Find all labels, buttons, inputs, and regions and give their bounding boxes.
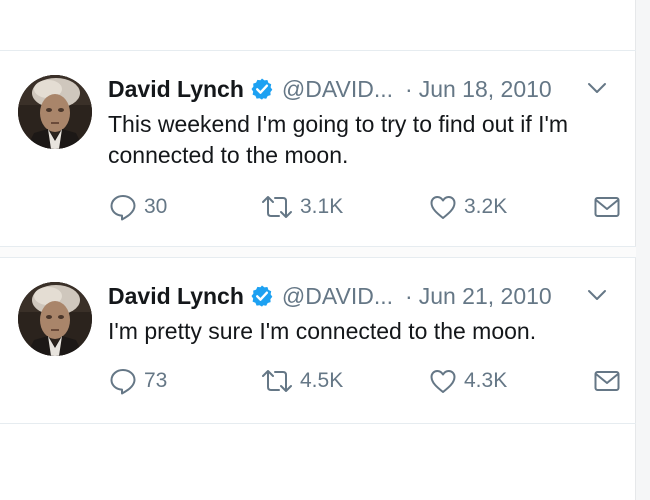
retweet-count: 4.5K [300, 369, 344, 392]
verified-badge-icon [250, 284, 274, 308]
display-name[interactable]: David Lynch [108, 283, 244, 310]
separator-dot: · [405, 75, 413, 102]
retweet-icon [262, 370, 292, 392]
tweet-header: David Lynch @DAVID... · Jun 21, 2010 [108, 280, 608, 312]
reply-button[interactable]: 73 [108, 366, 167, 396]
handle[interactable]: @DAVID... [282, 283, 393, 310]
direct-message-button[interactable] [592, 192, 628, 222]
envelope-icon [594, 197, 620, 217]
reply-count: 73 [144, 369, 168, 392]
like-count: 3.2K [464, 195, 508, 218]
retweet-count: 3.1K [300, 195, 344, 218]
display-name[interactable]: David Lynch [108, 76, 244, 103]
verified-badge-icon [250, 77, 274, 101]
tweet-text: I'm pretty sure I'm connected to the moo… [108, 318, 537, 344]
timeline: David Lynch @DAVID... · Jun 18, 2010 Thi… [0, 0, 650, 500]
retweet-icon [262, 196, 292, 218]
retweet-button[interactable]: 4.5K [260, 366, 343, 396]
like-count: 4.3K [464, 369, 508, 392]
reply-icon [110, 369, 136, 395]
reply-button[interactable]: 30 [108, 192, 167, 222]
gap-band [0, 247, 636, 257]
chevron-down-icon[interactable] [586, 77, 608, 99]
heart-icon [430, 370, 456, 393]
retweet-button[interactable]: 3.1K [260, 192, 343, 222]
heart-icon [430, 196, 456, 219]
tweet-actions: 30 3.1K 3.2K [108, 192, 624, 222]
like-button[interactable]: 3.2K [428, 192, 507, 222]
tweet[interactable]: David Lynch @DAVID... · Jun 18, 2010 Thi… [0, 51, 636, 246]
scroll-rail [635, 0, 650, 500]
separator-dot: · [405, 282, 413, 309]
divider [0, 423, 636, 424]
chevron-down-icon[interactable] [586, 284, 608, 306]
avatar[interactable] [18, 282, 92, 356]
handle[interactable]: @DAVID... [282, 76, 393, 103]
avatar-photo [18, 75, 92, 149]
tweet-date[interactable]: Jun 21, 2010 [419, 283, 552, 310]
tweet-text: This weekend I'm going to try to find ou… [108, 111, 569, 168]
direct-message-button[interactable] [592, 366, 628, 396]
reply-count: 30 [144, 195, 168, 218]
reply-icon [110, 195, 136, 221]
envelope-icon [594, 371, 620, 391]
tweet-date[interactable]: Jun 18, 2010 [419, 76, 552, 103]
tweet-actions: 73 4.5K 4.3K [108, 366, 624, 396]
tweet-header: David Lynch @DAVID... · Jun 18, 2010 [108, 73, 608, 105]
avatar[interactable] [18, 75, 92, 149]
avatar-photo [18, 282, 92, 356]
tweet[interactable]: David Lynch @DAVID... · Jun 21, 2010 I'm… [0, 258, 636, 423]
like-button[interactable]: 4.3K [428, 366, 507, 396]
